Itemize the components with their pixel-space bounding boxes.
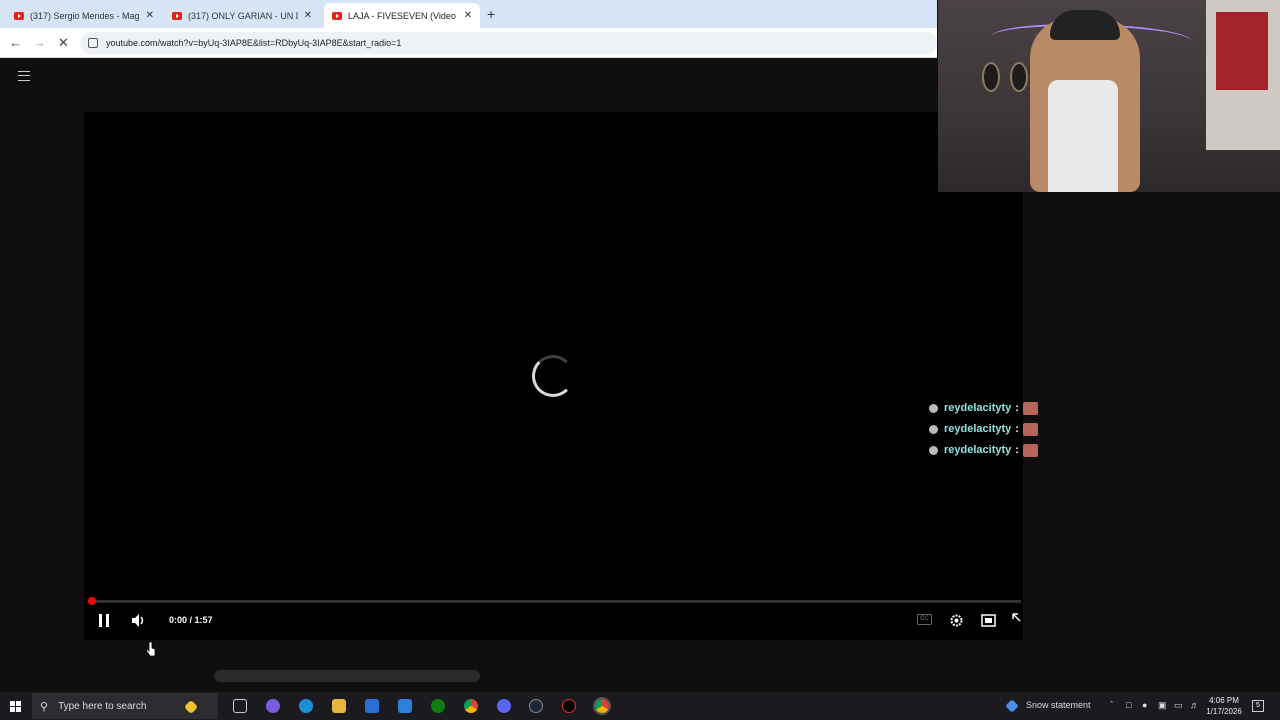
tab-title: LAJA - FIVESEVEN (Video Oficia	[348, 10, 458, 21]
browser-tab[interactable]: (317) ONLY GARIAN - UN DIA A ✕	[164, 3, 320, 28]
chat-message: reydelacityty :	[929, 442, 1038, 458]
address-bar: ← → ✕ youtube.com/watch?v=byUq-3IAP8E&li…	[0, 28, 937, 58]
store-icon[interactable]	[365, 699, 379, 713]
tray-chevron-icon[interactable]: ˆ	[1110, 700, 1113, 710]
tab-bar: (317) Sergio Mendes - Mag ✕ (317) ONLY G…	[0, 0, 937, 28]
forward-icon[interactable]: →	[33, 35, 46, 50]
chrome-active-icon[interactable]	[593, 697, 611, 715]
chat-message: reydelacityty :	[929, 421, 1038, 437]
copilot-icon[interactable]	[266, 699, 280, 713]
webcam-mirror	[982, 62, 1000, 92]
close-icon[interactable]: ✕	[464, 10, 472, 21]
fullscreen-exit-icon[interactable]	[1012, 613, 1024, 627]
xbox-icon[interactable]	[431, 699, 445, 713]
chat-separator: :	[1015, 444, 1019, 456]
mouse-cursor-icon	[146, 641, 156, 657]
chat-username: reydelacityty	[944, 423, 1012, 435]
hamburger-icon[interactable]	[18, 71, 30, 81]
settings-icon[interactable]	[949, 613, 964, 628]
browser-tab-active[interactable]: LAJA - FIVESEVEN (Video Oficia ✕	[324, 3, 480, 28]
search-placeholder: Type here to search	[58, 700, 147, 712]
webcam-poster	[1216, 12, 1268, 90]
progress-bar[interactable]	[91, 600, 1021, 603]
scrollbar[interactable]	[214, 670, 480, 682]
taskbar-clock[interactable]: 4:06 PM 1/17/2026	[1200, 695, 1248, 717]
scrubber-handle[interactable]	[88, 597, 96, 605]
youtube-icon	[332, 11, 342, 20]
microphone-icon[interactable]: ●	[1142, 700, 1147, 710]
task-view-icon[interactable]	[233, 699, 247, 713]
chat-separator: :	[1015, 423, 1019, 435]
emote-icon	[1022, 443, 1038, 457]
webcam-overlay	[938, 0, 1280, 192]
clock-time: 4:06 PM	[1209, 696, 1239, 705]
obs-icon[interactable]	[562, 699, 576, 713]
notification-center-icon[interactable]: 5	[1252, 700, 1264, 712]
outlook-icon[interactable]	[398, 699, 412, 713]
stop-icon[interactable]: ✕	[58, 35, 69, 51]
user-badge-icon	[929, 445, 938, 455]
youtube-icon	[172, 11, 182, 20]
chat-message: reydelacityty :	[929, 400, 1038, 416]
webcam-streamer-cap	[1050, 10, 1120, 40]
youtube-icon	[14, 11, 24, 20]
chrome-icon[interactable]	[464, 699, 478, 713]
user-badge-icon	[929, 403, 938, 413]
captions-button[interactable]: CC	[917, 614, 932, 625]
user-badge-icon	[929, 424, 938, 434]
webcam-mirror	[1010, 62, 1028, 92]
tray-app-icon[interactable]: □	[1126, 700, 1131, 710]
back-icon[interactable]: ←	[9, 35, 22, 50]
speaker-icon[interactable]: ♬	[1190, 700, 1199, 710]
loading-spinner-icon	[532, 355, 574, 397]
steam-icon[interactable]	[529, 699, 543, 713]
theater-icon[interactable]	[981, 614, 996, 627]
screen: (317) Sergio Mendes - Mag ✕ (317) ONLY G…	[0, 0, 1280, 720]
site-info-icon[interactable]	[88, 38, 98, 48]
chat-username: reydelacityty	[944, 444, 1012, 456]
new-tab-button[interactable]: +	[487, 6, 495, 22]
time-display: 0:00 / 1:57	[169, 615, 213, 625]
edge-icon[interactable]	[299, 699, 313, 713]
discord-icon[interactable]	[497, 699, 511, 713]
weather-text[interactable]: Snow statement	[1026, 700, 1091, 710]
network-icon[interactable]: ▭	[1174, 700, 1183, 711]
tray-device-icon[interactable]: ▣	[1158, 700, 1167, 711]
tab-title: (317) Sergio Mendes - Mag	[30, 10, 140, 21]
emote-icon	[1022, 422, 1038, 436]
chat-username: reydelacityty	[944, 402, 1012, 414]
url-field[interactable]: youtube.com/watch?v=byUq-3IAP8E&list=RDb…	[80, 32, 937, 54]
close-icon[interactable]: ✕	[146, 10, 154, 21]
file-explorer-icon[interactable]	[332, 699, 346, 713]
close-icon[interactable]: ✕	[304, 10, 312, 21]
volume-icon[interactable]	[131, 613, 147, 628]
pause-icon[interactable]	[99, 614, 109, 627]
url-text: youtube.com/watch?v=byUq-3IAP8E&list=RDb…	[106, 38, 402, 48]
webcam-streamer-shirt	[1048, 80, 1118, 192]
clock-date: 1/17/2026	[1206, 707, 1242, 716]
tab-title: (317) ONLY GARIAN - UN DIA A	[188, 10, 298, 21]
emote-icon	[1022, 401, 1038, 415]
search-icon: ⚲	[40, 700, 49, 713]
windows-start-icon[interactable]	[10, 701, 21, 712]
browser-tab[interactable]: (317) Sergio Mendes - Mag ✕	[6, 3, 162, 28]
chat-separator: :	[1015, 402, 1019, 414]
